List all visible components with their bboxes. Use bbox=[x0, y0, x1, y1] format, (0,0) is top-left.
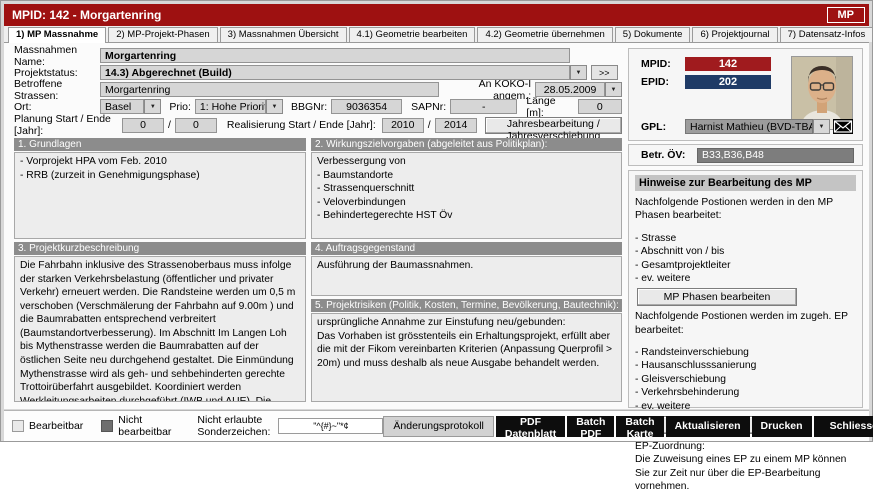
ep-item: - Verkehrsbehinderung bbox=[635, 386, 856, 399]
tab-massnahmen-uebersicht[interactable]: 3) Massnahmen Übersicht bbox=[220, 27, 347, 42]
not-editable-legend: Nicht bearbeitbar bbox=[118, 414, 171, 438]
projektstatus-expand-button[interactable]: >> bbox=[591, 65, 618, 80]
sapnr-input[interactable]: - bbox=[450, 99, 517, 114]
realisierung-ende-input[interactable]: 2014 bbox=[435, 118, 477, 133]
gpl-chevron-down-icon[interactable]: ▼ bbox=[813, 119, 830, 134]
tab-projektjournal[interactable]: 6) Projektjournal bbox=[692, 27, 777, 42]
schliessen-button[interactable]: Schliessen bbox=[814, 416, 873, 437]
form-column: Massnahmen Name: Morgartenring Projektst… bbox=[14, 48, 622, 409]
mp-item: - Gesamtprojektleiter bbox=[635, 259, 856, 272]
section-auftragsgegenstand-header: 4. Auftragsgegenstand bbox=[311, 242, 622, 255]
tab-mp-projekt-phasen[interactable]: 2) MP-Projekt-Phasen bbox=[108, 27, 217, 42]
koko-chevron-down-icon[interactable]: ▼ bbox=[605, 82, 622, 97]
massnahmen-name-label: Massnahmen Name: bbox=[14, 44, 100, 68]
mp-badge: MP bbox=[827, 7, 866, 23]
main-content: Massnahmen Name: Morgartenring Projektst… bbox=[4, 43, 869, 409]
section-grundlagen-header: 1. Grundlagen bbox=[14, 138, 306, 151]
planung-label: Planung Start / Ende [Jahr]: bbox=[14, 113, 122, 137]
realisierung-label: Realisierung Start / Ende [Jahr]: bbox=[227, 119, 376, 131]
batch-karte-button[interactable]: Batch Karte bbox=[616, 416, 663, 437]
prio-chevron-down-icon[interactable]: ▼ bbox=[266, 99, 283, 114]
sections-grid: 1. Grundlagen - Vorprojekt HPA vom Feb. … bbox=[14, 138, 622, 405]
hinweise-box: Hinweise zur Bearbeitung des MP Nachfolg… bbox=[628, 170, 863, 408]
slash-separator: / bbox=[168, 119, 171, 131]
laenge-label: Länge [m]: bbox=[526, 95, 573, 119]
hinweise-intro-mp: Nachfolgende Postionen werden in den MP … bbox=[635, 196, 856, 223]
mp-item: - Abschnitt von / bis bbox=[635, 245, 856, 258]
section-projektkurzbeschreibung-header: 3. Projektkurzbeschreibung bbox=[14, 242, 306, 255]
section-projektrisiken-text[interactable]: ursprüngliche Annahme zur Einstufung neu… bbox=[311, 313, 622, 402]
section-projektrisiken-header: 5. Projektrisiken (Politik, Kosten, Term… bbox=[311, 299, 622, 312]
projektstatus-chevron-down-icon[interactable]: ▼ bbox=[570, 65, 587, 80]
mp-window: MPID: 142 - Morgartenring MP 1) MP Massn… bbox=[0, 0, 873, 442]
mpid-badge: 142 bbox=[685, 57, 771, 71]
ep-item: - Hausanschlusssanierung bbox=[635, 359, 856, 372]
bbgnr-input[interactable]: 9036354 bbox=[331, 99, 402, 114]
planung-ende-input[interactable]: 0 bbox=[175, 118, 217, 133]
ort-select[interactable]: Basel bbox=[100, 99, 144, 114]
betroffene-strassen-label: Betroffene Strassen: bbox=[14, 78, 100, 102]
jahresbearbeitung-button[interactable]: Jahresbearbeitung / Jahresverschiebung bbox=[485, 117, 622, 134]
betr-oev-label: Betr. ÖV: bbox=[641, 149, 697, 161]
mp-item: - ev. weitere bbox=[635, 272, 856, 285]
mp-phasen-bearbeiten-button[interactable]: MP Phasen bearbeiten bbox=[637, 288, 797, 306]
betr-oev-input[interactable]: B33,B36,B48 bbox=[697, 148, 854, 163]
mp-item: - Strasse bbox=[635, 232, 856, 245]
prio-label: Prio: bbox=[169, 101, 191, 113]
tab-dokumente[interactable]: 5) Dokumente bbox=[615, 27, 691, 42]
realisierung-start-input[interactable]: 2010 bbox=[382, 118, 424, 133]
tab-datensatz-infos[interactable]: 7) Datensatz-Infos bbox=[780, 27, 873, 42]
sonderzeichen-input[interactable] bbox=[278, 418, 383, 434]
koko-label: An KOKO-I angem.: bbox=[439, 78, 531, 102]
ep-zuordnung-text: Die Zuweisung eines EP zu einem MP könne… bbox=[635, 453, 856, 493]
sapnr-label: SAPNr: bbox=[411, 101, 446, 113]
editable-legend: Bearbeitbar bbox=[29, 420, 83, 432]
aktualisieren-button[interactable]: Aktualisieren bbox=[666, 416, 750, 437]
epid-label: EPID: bbox=[641, 76, 685, 88]
prio-select[interactable]: 1: Hohe Priorität bbox=[195, 99, 266, 114]
footer-bar: Bearbeitbar Nicht bearbeitbar Nicht erla… bbox=[4, 410, 869, 441]
id-box: MPID: 142 EPID: 202 bbox=[628, 48, 863, 141]
pdf-datenblatt-button[interactable]: PDF Datenblatt bbox=[496, 416, 565, 437]
tab-geometrie-uebernehmen[interactable]: 4.2) Geometrie übernehmen bbox=[477, 27, 612, 42]
aenderungsprotokoll-button[interactable]: Änderungsprotokoll bbox=[383, 416, 493, 437]
sonderzeichen-label: Nicht erlaubte Sonderzeichen: bbox=[197, 414, 270, 438]
section-auftragsgegenstand-text[interactable]: Ausführung der Baumassnahmen. bbox=[311, 256, 622, 296]
mail-icon[interactable] bbox=[833, 119, 853, 134]
section-wirkungszielvorgaben-text[interactable]: Verbessergung von - Baumstandorte - Stra… bbox=[311, 152, 622, 239]
title-bar: MPID: 142 - Morgartenring MP bbox=[4, 4, 869, 26]
laenge-input[interactable]: 0 bbox=[578, 99, 622, 114]
planung-start-input[interactable]: 0 bbox=[122, 118, 164, 133]
massnahmen-name-input[interactable]: Morgartenring bbox=[100, 48, 570, 63]
bbgnr-label: BBGNr: bbox=[291, 101, 327, 113]
ort-chevron-down-icon[interactable]: ▼ bbox=[144, 99, 161, 114]
section-projektkurzbeschreibung-text[interactable]: Die Fahrbahn inklusive des Strassenoberb… bbox=[14, 256, 306, 402]
hinweise-title: Hinweise zur Bearbeitung des MP bbox=[635, 175, 856, 191]
window-title: MPID: 142 - Morgartenring bbox=[12, 8, 161, 22]
not-editable-swatch bbox=[101, 420, 113, 432]
epid-badge: 202 bbox=[685, 75, 771, 89]
ep-item: - Randsteinverschiebung bbox=[635, 346, 856, 359]
tab-mp-massnahme[interactable]: 1) MP Massnahme bbox=[8, 27, 106, 43]
section-wirkungszielvorgaben-header: 2. Wirkungszielvorgaben (abgeleitet aus … bbox=[311, 138, 622, 151]
editable-swatch bbox=[12, 420, 24, 432]
hinweise-intro-ep: Nachfolgende Postionen werden im zugeh. … bbox=[635, 310, 856, 337]
ep-item: - Gleisverschiebung bbox=[635, 373, 856, 386]
betroffene-strassen-input[interactable]: Morgartenring bbox=[100, 82, 439, 97]
section-grundlagen-text[interactable]: - Vorprojekt HPA vom Feb. 2010 - RRB (zu… bbox=[14, 152, 306, 239]
ep-item: - ev. weitere bbox=[635, 400, 856, 413]
side-panel: MPID: 142 EPID: 202 bbox=[628, 48, 863, 409]
betr-oev-box: Betr. ÖV: B33,B36,B48 bbox=[628, 144, 863, 166]
batch-pdf-button[interactable]: Batch PDF bbox=[567, 416, 614, 437]
ort-label: Ort: bbox=[14, 101, 100, 113]
tab-bar: 1) MP Massnahme 2) MP-Projekt-Phasen 3) … bbox=[4, 26, 869, 43]
drucken-button[interactable]: Drucken bbox=[752, 416, 812, 437]
mpid-label: MPID: bbox=[641, 58, 685, 70]
gpl-select[interactable]: Harnist Mathieu (BVD-TBA-I-A) bbox=[685, 119, 813, 134]
gpl-label: GPL: bbox=[641, 121, 685, 133]
slash-separator: / bbox=[428, 119, 431, 131]
tab-geometrie-bearbeiten[interactable]: 4.1) Geometrie bearbeiten bbox=[349, 27, 476, 42]
